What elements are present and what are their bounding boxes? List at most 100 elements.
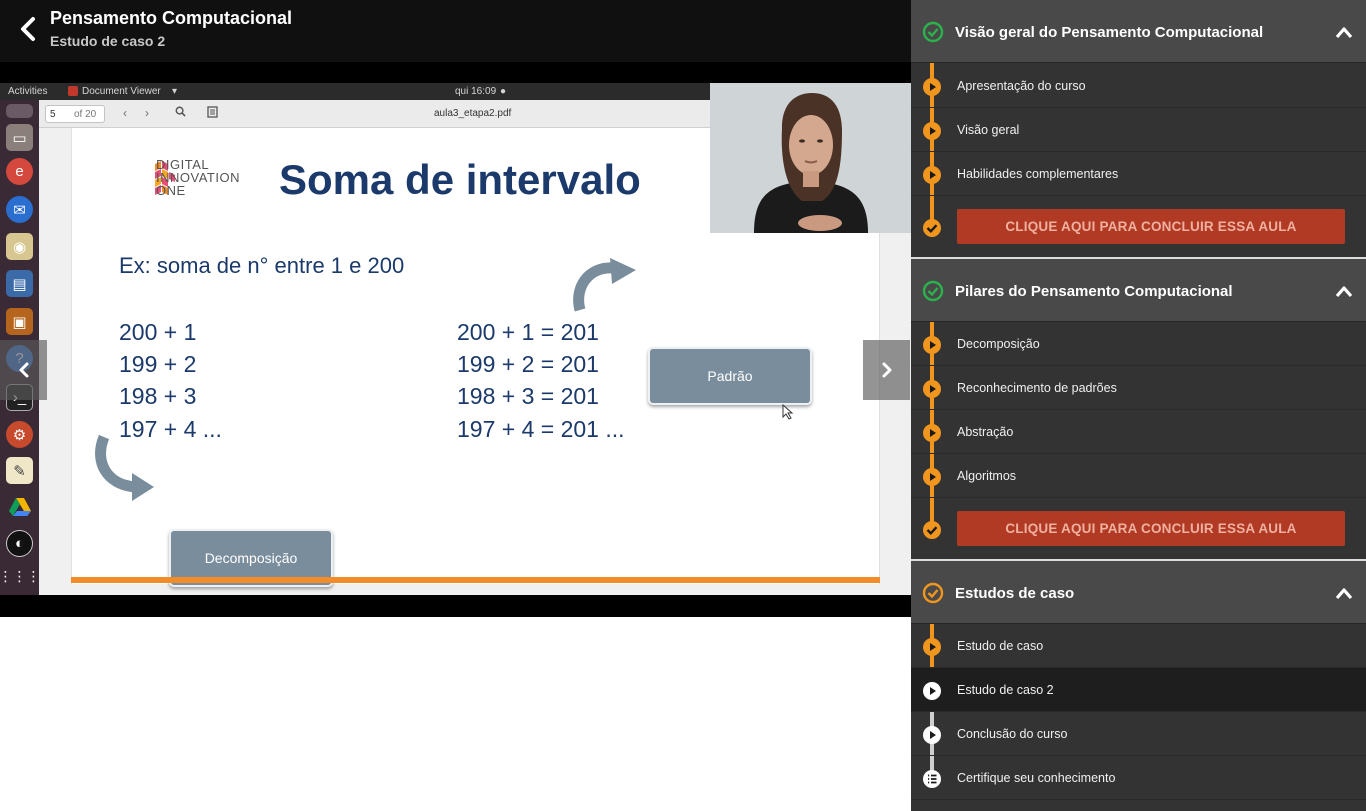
lesson-item[interactable]: Visão geral — [911, 108, 1366, 152]
chevron-up-icon[interactable] — [1334, 283, 1354, 299]
left-equation: 199 + 2 — [119, 351, 197, 377]
chevron-up-icon[interactable] — [1334, 585, 1354, 601]
previous-lesson-button[interactable] — [0, 340, 47, 400]
course-title: Pensamento Computacional — [50, 8, 293, 28]
lesson-label: Estudo de caso 2 — [957, 683, 1054, 697]
lesson-label: Estudo de caso — [957, 639, 1044, 653]
chevron-left-icon — [19, 362, 28, 378]
left-equation: 198 + 3 — [119, 383, 197, 409]
instructor-avatar-icon — [710, 83, 911, 233]
page-total: of 20 — [74, 109, 97, 120]
play-icon — [923, 424, 941, 442]
play-icon — [923, 166, 941, 184]
play-icon — [923, 336, 941, 354]
lesson-label: Certifique seu conhecimento — [957, 771, 1116, 785]
google-drive-icon[interactable] — [6, 493, 33, 520]
play-icon — [923, 638, 941, 656]
app-menu-caret-icon: ▾ — [172, 86, 178, 97]
check-circle-icon — [923, 219, 941, 237]
play-icon — [923, 726, 941, 744]
logo-line: ONE — [156, 183, 186, 198]
play-icon — [923, 380, 941, 398]
module-header[interactable]: Pilares do Pensamento Computacional — [911, 259, 1366, 322]
chevron-right-icon — [882, 362, 891, 378]
next-page-icon[interactable]: › — [145, 106, 149, 120]
play-icon — [923, 122, 941, 140]
complete-lesson-button[interactable]: CLIQUE AQUI PARA CONCLUIR ESSA AULA — [957, 511, 1345, 546]
mouse-cursor-icon — [782, 404, 794, 420]
previous-page-icon[interactable]: ‹ — [123, 106, 127, 120]
back-arrow-icon[interactable] — [14, 14, 44, 44]
play-icon — [923, 468, 941, 486]
slide-title: Soma de intervalo — [279, 156, 641, 203]
lesson-item-current[interactable]: Estudo de caso 2 — [911, 668, 1366, 712]
lesson-item[interactable]: Apresentação do curso — [911, 64, 1366, 108]
video-player[interactable]: Activities Document Viewer ▾ qui 16:09 ●… — [0, 62, 911, 617]
left-equation: 200 + 1 — [119, 319, 197, 345]
module-title: Pilares do Pensamento Computacional — [955, 283, 1233, 300]
settings-icon[interactable]: ⚙ — [6, 421, 33, 448]
curved-arrow-icon — [95, 434, 154, 501]
clock-label: qui 16:09 — [455, 86, 497, 97]
header-bar: Pensamento Computacional Estudo de caso … — [0, 0, 911, 62]
padrao-box: Padrão — [648, 347, 812, 405]
slide-example-text: Ex: soma de n° entre 1 e 200 — [119, 253, 405, 278]
play-icon — [923, 78, 941, 96]
sidebar-toggle-icon[interactable] — [207, 106, 218, 121]
files-icon[interactable]: ▭ — [6, 124, 33, 151]
obs-icon[interactable]: ◐ — [6, 530, 33, 557]
module-header[interactable]: Visão geral do Pensamento Computacional — [911, 0, 1366, 63]
document-viewer-icon — [68, 86, 78, 96]
show-apps-grid-icon[interactable]: ⋮⋮⋮ — [0, 563, 41, 590]
lesson-label: Decomposição — [957, 337, 1040, 351]
curved-arrow-icon — [573, 258, 636, 312]
file-name: aula3_etapa2.pdf — [434, 108, 512, 119]
lesson-item[interactable]: Reconhecimento de padrões — [911, 366, 1366, 410]
module-title: Visão geral do Pensamento Computacional — [955, 24, 1264, 41]
next-lesson-button[interactable] — [863, 340, 910, 400]
in-progress-check-icon — [922, 582, 944, 604]
lesson-label: Visão geral — [957, 123, 1020, 137]
list-icon — [923, 770, 941, 788]
module-estudos-de-caso: Estudos de caso Estudo de caso Estudo de… — [911, 561, 1366, 811]
lesson-item[interactable]: Conclusão do curso — [911, 712, 1366, 756]
logo-wordmark: DIGITAL INNOVATION ONE — [156, 158, 240, 197]
thunderbird-icon[interactable]: ✉ — [6, 196, 33, 223]
lesson-item[interactable]: Abstração — [911, 410, 1366, 454]
lesson-label: Apresentação do curso — [957, 79, 1086, 93]
dock-app-icon[interactable] — [6, 104, 33, 118]
complete-lesson-button[interactable]: CLIQUE AQUI PARA CONCLUIR ESSA AULA — [957, 209, 1345, 244]
software-icon[interactable]: ▣ — [6, 308, 33, 335]
chevron-up-icon[interactable] — [1334, 24, 1354, 40]
text-editor-icon[interactable]: ✎ — [6, 457, 33, 484]
course-sidebar: Visão geral do Pensamento Computacional … — [911, 0, 1366, 811]
lesson-item[interactable]: Decomposição — [911, 322, 1366, 366]
document-viewer-icon[interactable]: e — [6, 158, 33, 185]
right-equation: 200 + 1 = 201 — [457, 319, 599, 345]
completed-check-icon — [922, 21, 944, 43]
lesson-item[interactable]: Habilidades complementares — [911, 152, 1366, 196]
lesson-item[interactable]: Algoritmos — [911, 454, 1366, 498]
lesson-label: Conclusão do curso — [957, 727, 1068, 741]
right-equation: 197 + 4 = 201 ... — [457, 416, 625, 442]
rhythmbox-icon[interactable]: ◉ — [6, 233, 33, 260]
slide-footer-bar — [71, 577, 880, 583]
lesson-label: Reconhecimento de padrões — [957, 381, 1117, 395]
module-header[interactable]: Estudos de caso — [911, 561, 1366, 624]
status-dot-icon: ● — [500, 86, 507, 97]
lesson-item[interactable]: Certifique seu conhecimento — [911, 756, 1366, 800]
lesson-subtitle: Estudo de caso 2 — [50, 33, 166, 49]
lesson-label: Habilidades complementares — [957, 167, 1119, 181]
module-visao-geral: Visão geral do Pensamento Computacional … — [911, 0, 1366, 257]
search-icon[interactable] — [175, 106, 186, 120]
lesson-label: Abstração — [957, 425, 1014, 439]
check-circle-icon — [923, 521, 941, 539]
play-icon — [923, 682, 941, 700]
lesson-item[interactable]: Estudo de caso — [911, 624, 1366, 668]
lesson-label: Algoritmos — [957, 469, 1017, 483]
page-number-field[interactable]: 5 of 20 — [45, 105, 105, 123]
right-equation: 199 + 2 = 201 — [457, 351, 599, 377]
page-number: 5 — [50, 109, 56, 120]
module-title: Estudos de caso — [955, 585, 1075, 602]
writer-icon[interactable]: ▤ — [6, 270, 33, 297]
